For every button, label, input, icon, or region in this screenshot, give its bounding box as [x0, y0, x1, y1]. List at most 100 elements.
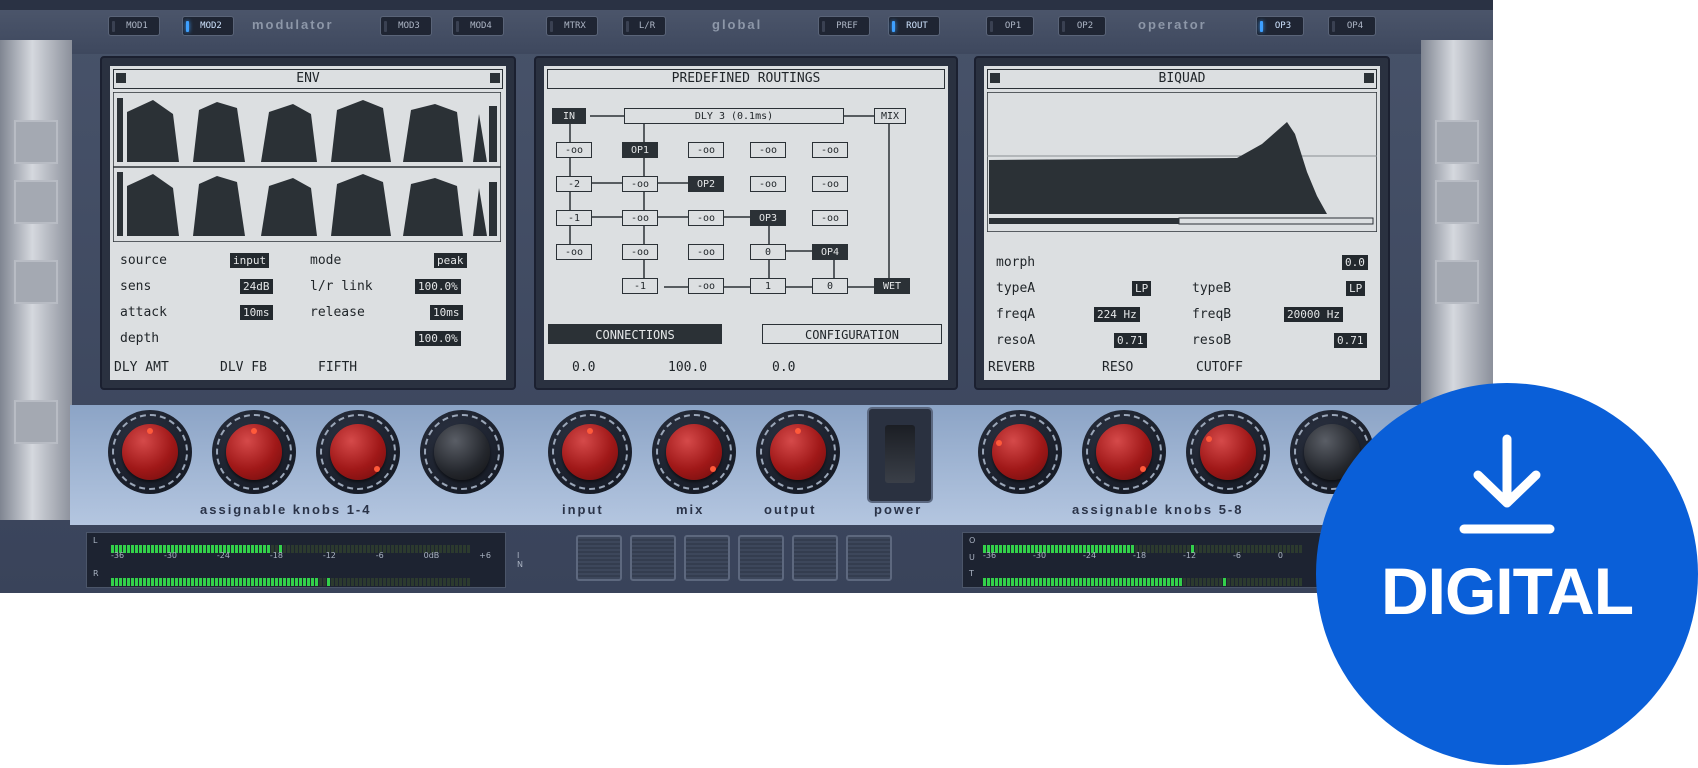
param-value[interactable]: 20000 Hz: [1284, 307, 1343, 322]
param-value[interactable]: 224 Hz: [1094, 307, 1140, 322]
route-cell[interactable]: -oo: [688, 142, 724, 158]
wet-node[interactable]: WET: [874, 278, 910, 294]
group-label-global: global: [712, 17, 763, 32]
prev-icon[interactable]: [990, 73, 1000, 83]
route-cell[interactable]: -oo: [812, 176, 848, 192]
route-cell[interactable]: -oo: [812, 142, 848, 158]
connections-button[interactable]: CONNECTIONS: [548, 324, 722, 344]
assignable-knob-7[interactable]: [1186, 410, 1270, 494]
route-cell[interactable]: -oo: [622, 244, 658, 260]
delay-node[interactable]: DLY 3 (0.1ms): [624, 108, 844, 124]
logo-letter: [738, 535, 784, 581]
op1-node[interactable]: OP1: [622, 142, 658, 158]
meter-segment: [995, 578, 998, 586]
meter-segment: [355, 578, 358, 586]
tab-mtrx[interactable]: MTRX: [546, 16, 598, 36]
route-cell[interactable]: -oo: [688, 210, 724, 226]
route-cell[interactable]: -oo: [688, 244, 724, 260]
param-value[interactable]: 0.0: [1342, 255, 1368, 270]
route-cell[interactable]: -oo: [688, 278, 724, 294]
tab-op3[interactable]: OP3: [1256, 16, 1304, 36]
meter-segment: [1103, 578, 1106, 586]
meter-segment: [1147, 578, 1150, 586]
param-value[interactable]: 24dB: [240, 279, 273, 294]
input-knob[interactable]: [548, 410, 632, 494]
tab-rout[interactable]: ROUT: [888, 16, 940, 36]
prev-icon[interactable]: [116, 73, 126, 83]
param-value[interactable]: LP: [1132, 281, 1152, 296]
param-value[interactable]: peak: [434, 253, 467, 268]
assignable-knob-5[interactable]: [978, 410, 1062, 494]
route-cell[interactable]: 1: [750, 278, 786, 294]
route-cell[interactable]: 0: [750, 244, 786, 260]
meter-segment: [1063, 578, 1066, 586]
assignable-knob-2[interactable]: [212, 410, 296, 494]
param-label: resoA: [996, 333, 1036, 348]
param-value[interactable]: 0.71: [1114, 333, 1147, 348]
route-cell[interactable]: -oo: [812, 210, 848, 226]
tab-lr[interactable]: L/R: [622, 16, 666, 36]
route-cell[interactable]: -oo: [750, 142, 786, 158]
param-label: release: [310, 305, 365, 320]
assignable-knob-1[interactable]: [108, 410, 192, 494]
power-switch[interactable]: [867, 407, 933, 503]
route-cell[interactable]: -oo: [556, 244, 592, 260]
meter-segment: [1059, 578, 1062, 586]
next-icon[interactable]: [490, 73, 500, 83]
tab-op2[interactable]: OP2: [1058, 16, 1106, 36]
op2-node[interactable]: OP2: [688, 176, 724, 192]
param-value[interactable]: 100.0%: [415, 331, 461, 346]
meter-segment: [1295, 578, 1298, 586]
meter-segment: [1115, 578, 1118, 586]
top-strip: [0, 0, 1493, 10]
param-value[interactable]: 100.0%: [415, 279, 461, 294]
route-cell[interactable]: -1: [556, 210, 592, 226]
configuration-button[interactable]: CONFIGURATION: [762, 324, 942, 344]
envelope-waveform: [113, 92, 501, 242]
meter-segment: [235, 578, 238, 586]
route-cell[interactable]: -oo: [622, 210, 658, 226]
tab-pref[interactable]: PREF: [818, 16, 870, 36]
route-cell[interactable]: -oo: [622, 176, 658, 192]
op3-node[interactable]: OP3: [750, 210, 786, 226]
meter-segment: [259, 578, 262, 586]
meter-segment: [1023, 578, 1026, 586]
route-cell[interactable]: 0: [812, 278, 848, 294]
route-input-node[interactable]: IN: [552, 108, 586, 124]
tab-mod4[interactable]: MOD4: [452, 16, 504, 36]
param-value[interactable]: 10ms: [240, 305, 273, 320]
channel-label: L: [93, 536, 98, 545]
assignable-knob-3[interactable]: [316, 410, 400, 494]
tab-mod1[interactable]: MOD1: [108, 16, 160, 36]
route-cell[interactable]: -1: [622, 278, 658, 294]
meter-segment: [983, 578, 986, 586]
route-cell[interactable]: -oo: [750, 176, 786, 192]
mix-node[interactable]: MIX: [874, 108, 906, 124]
tab-op4[interactable]: OP4: [1328, 16, 1376, 36]
knob-value-readout: 0.0: [772, 360, 796, 375]
route-cell[interactable]: -oo: [556, 142, 592, 158]
param-value[interactable]: LP: [1346, 281, 1366, 296]
param-value[interactable]: 0.71: [1334, 333, 1367, 348]
next-icon[interactable]: [1364, 73, 1374, 83]
mix-knob[interactable]: [652, 410, 736, 494]
tab-mod2[interactable]: MOD2: [182, 16, 234, 36]
meter-segment: [1159, 578, 1162, 586]
side-ornament: [14, 120, 58, 164]
output-knob[interactable]: [756, 410, 840, 494]
assignable-knob-4[interactable]: [420, 410, 504, 494]
biquad-title: BIQUAD: [987, 69, 1377, 89]
meter-segment: [1227, 578, 1230, 586]
meter-segment: [231, 578, 234, 586]
meter-segment: [147, 578, 150, 586]
param-value[interactable]: 10ms: [430, 305, 463, 320]
tab-op1[interactable]: OP1: [986, 16, 1034, 36]
param-value[interactable]: input: [230, 253, 270, 268]
route-cell[interactable]: -2: [556, 176, 592, 192]
tab-mod3[interactable]: MOD3: [380, 16, 432, 36]
assignable-knob-6[interactable]: [1082, 410, 1166, 494]
meter-segment: [143, 578, 146, 586]
meter-segment: [1043, 578, 1046, 586]
meter-segment: [1035, 578, 1038, 586]
op4-node[interactable]: OP4: [812, 244, 848, 260]
